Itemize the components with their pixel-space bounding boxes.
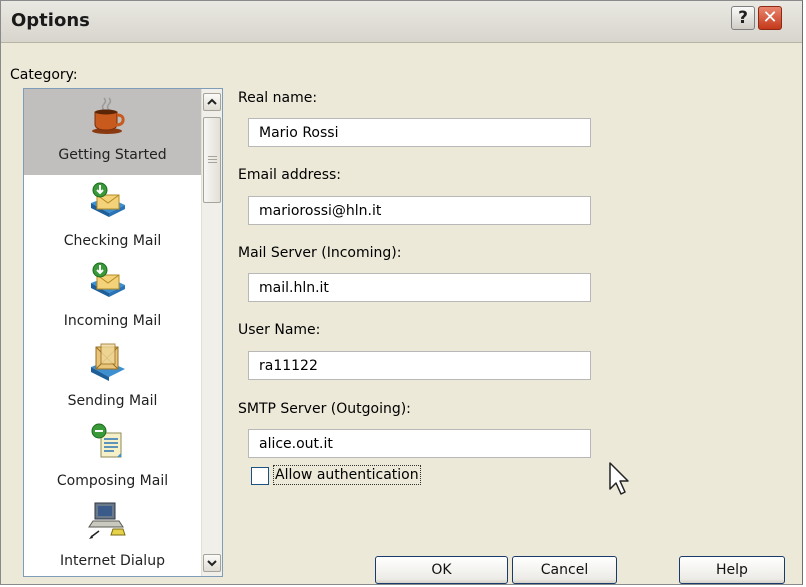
allow-authentication-label[interactable]: Allow authentication (273, 465, 421, 485)
close-icon: ✕ (762, 7, 778, 28)
category-item-sending-mail[interactable]: Sending Mail (24, 335, 201, 421)
sending-mail-icon (91, 343, 125, 381)
real-name-field[interactable] (248, 118, 591, 147)
category-list[interactable]: Getting Started Checking Mail Incoming M… (23, 88, 223, 577)
incoming-server-field[interactable] (248, 273, 591, 302)
category-label-sending-mail: Sending Mail (67, 393, 158, 409)
category-item-incoming-mail[interactable]: Incoming Mail (24, 255, 201, 341)
close-button[interactable]: ✕ (758, 6, 782, 30)
help-icon: ? (738, 8, 748, 28)
ok-button[interactable]: OK (375, 556, 508, 584)
check-mail-icon (91, 182, 125, 217)
category-item-composing-mail[interactable]: Composing Mail (24, 415, 201, 501)
category-scrollbar[interactable] (201, 89, 222, 576)
coffee-cup-icon (92, 97, 125, 134)
title-bar[interactable]: Options ? ✕ (1, 1, 802, 43)
mouse-pointer-icon (609, 462, 629, 495)
help-button[interactable]: Help (679, 556, 785, 584)
cancel-button[interactable]: Cancel (512, 556, 617, 584)
scroll-up-button[interactable] (203, 93, 221, 111)
scroll-down-button[interactable] (203, 554, 221, 572)
category-label-checking-mail: Checking Mail (63, 233, 162, 249)
scroll-thumb[interactable] (203, 117, 221, 203)
composing-mail-icon (91, 423, 122, 458)
category-item-internet-dialup[interactable]: Internet Dialup (24, 495, 201, 576)
smtp-server-field[interactable] (248, 429, 591, 458)
help-title-button[interactable]: ? (731, 6, 755, 30)
category-item-getting-started[interactable]: Getting Started (24, 89, 201, 175)
category-label-internet-dialup: Internet Dialup (60, 553, 165, 569)
user-name-label: User Name: (238, 322, 321, 338)
options-dialog: Options ? ✕ Category: Getting Started Ch… (0, 0, 803, 585)
category-label-composing-mail: Composing Mail (56, 473, 169, 489)
category-item-checking-mail[interactable]: Checking Mail (24, 175, 201, 261)
chevron-up-icon (207, 98, 217, 105)
category-label: Category: (10, 67, 78, 83)
chevron-down-icon (207, 560, 217, 567)
dialup-computer-icon (88, 502, 126, 539)
email-label: Email address: (238, 167, 342, 183)
email-field[interactable] (248, 196, 591, 225)
window-title: Options (11, 10, 90, 31)
incoming-server-label: Mail Server (Incoming): (238, 245, 402, 261)
real-name-label: Real name: (238, 90, 318, 106)
smtp-server-label: SMTP Server (Outgoing): (238, 401, 411, 417)
category-label-getting-started: Getting Started (58, 147, 167, 163)
category-label-incoming-mail: Incoming Mail (63, 313, 162, 329)
incoming-mail-icon (91, 262, 125, 297)
allow-authentication-checkbox[interactable] (251, 467, 269, 485)
user-name-field[interactable] (248, 351, 591, 380)
